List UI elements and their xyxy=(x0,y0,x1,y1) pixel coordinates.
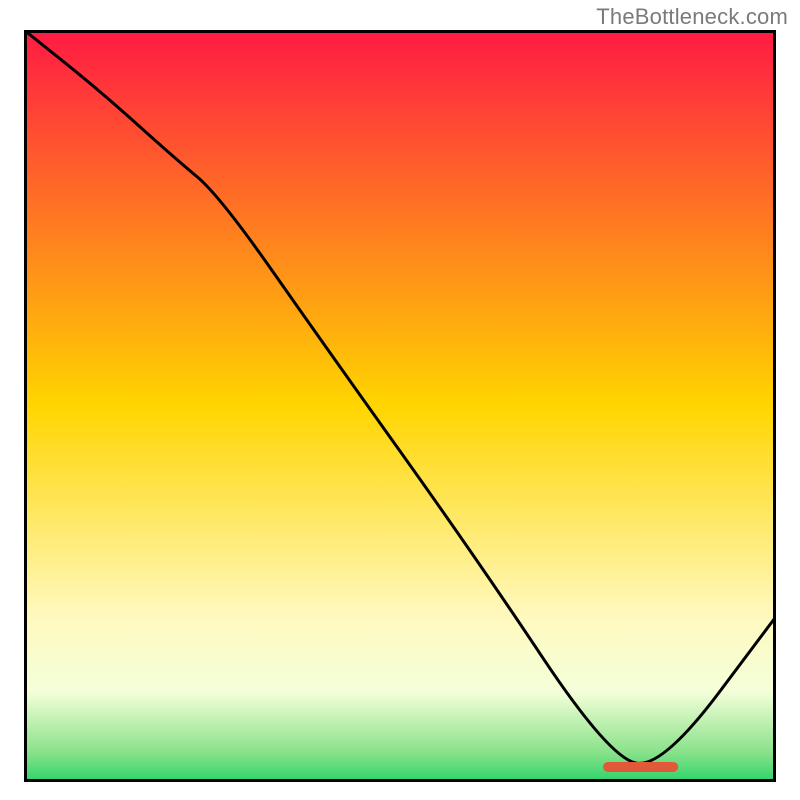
chart-container: TheBottleneck.com xyxy=(0,0,800,800)
optimal-range-marker xyxy=(603,762,678,772)
chart-svg xyxy=(24,30,776,782)
plot-area xyxy=(24,30,776,782)
attribution-label: TheBottleneck.com xyxy=(596,4,788,30)
heat-gradient-background xyxy=(24,30,776,782)
